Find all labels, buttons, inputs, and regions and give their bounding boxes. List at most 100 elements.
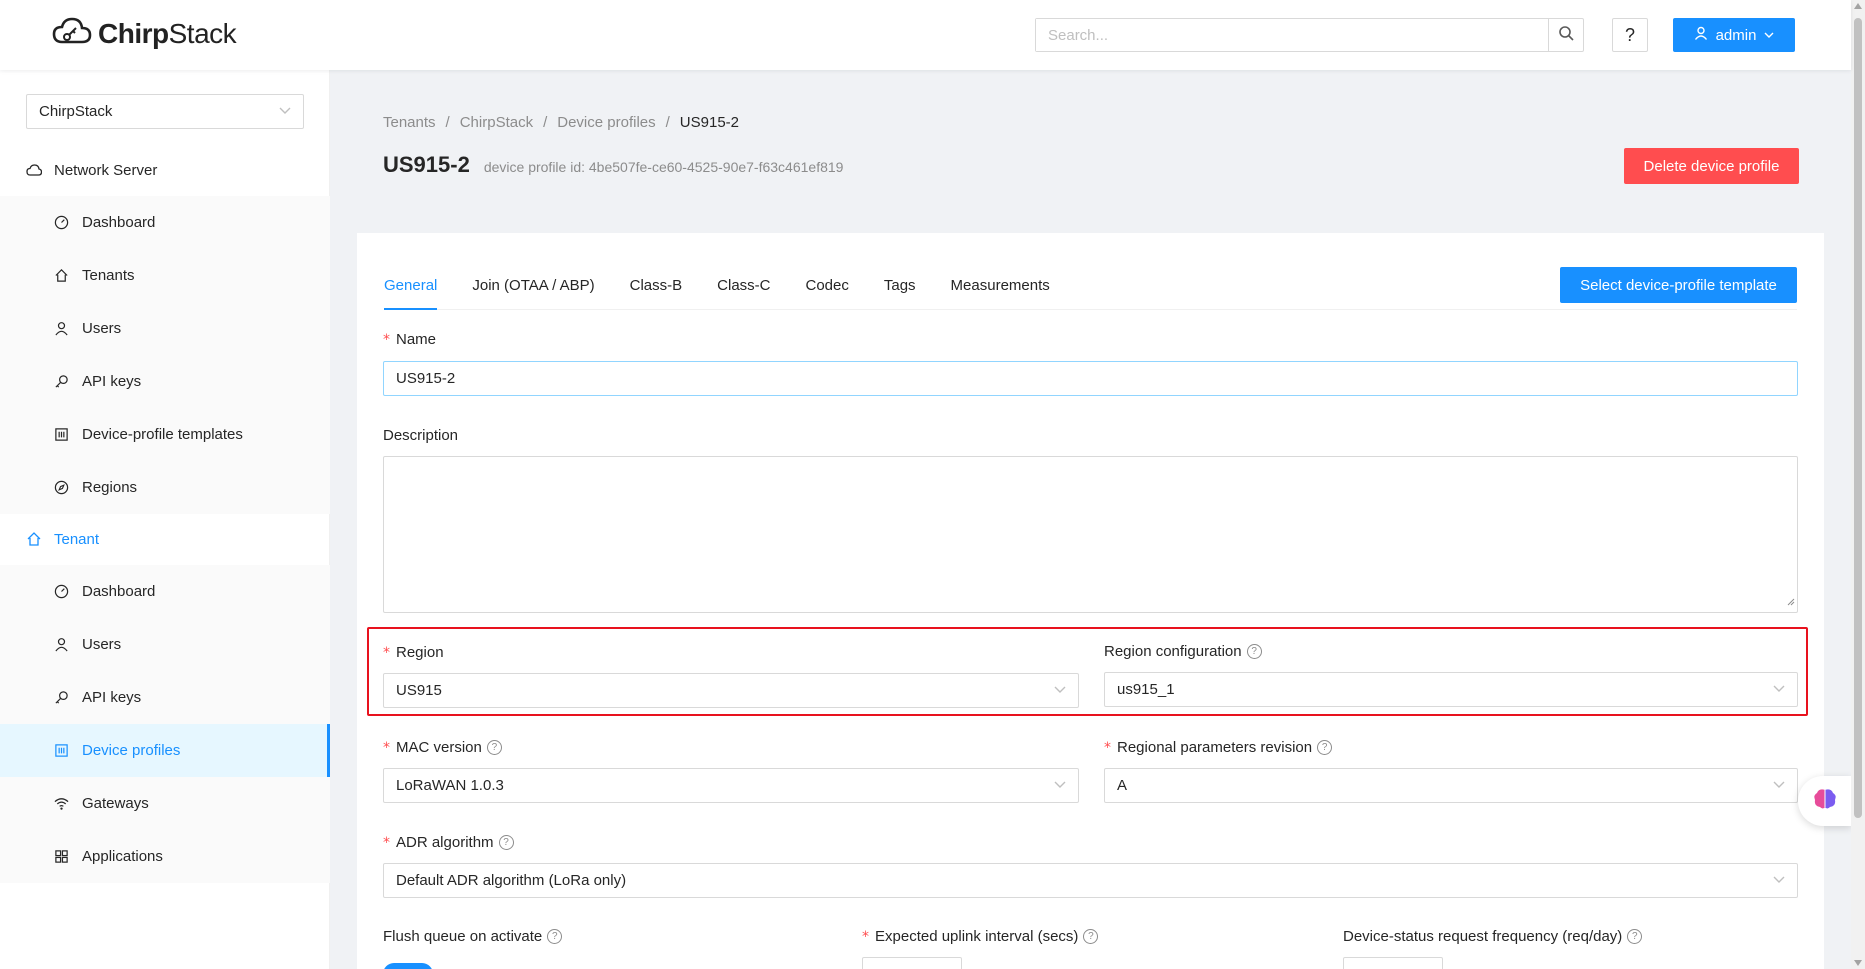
menu-group-network-server[interactable]: Network Server [0,144,330,196]
adr-label-text: ADR algorithm [396,834,494,851]
help-button[interactable]: ? [1612,18,1648,52]
regional-params-value: A [1117,777,1128,794]
menu-group-label: Tenant [54,530,100,548]
chevron-down-icon [1773,777,1785,794]
sidebar-item-ns-api-keys[interactable]: API keys [0,355,330,408]
chevron-down-icon [1054,777,1066,794]
mac-version-label: * MAC version ? [383,739,502,756]
sidebar-item-tenant-device-profiles[interactable]: Device profiles [0,724,330,777]
region-config-select[interactable]: us915_1 [1104,672,1798,707]
uplink-interval-label: * Expected uplink interval (secs) ? [862,928,1099,945]
user-icon [1694,26,1708,44]
user-menu-button[interactable]: admin [1673,18,1795,52]
required-marker: * [383,739,390,756]
flush-queue-switch[interactable] [383,963,433,969]
scroll-down-arrow-icon[interactable] [1854,960,1862,966]
required-marker: * [1104,739,1111,756]
breadcrumb-tenants[interactable]: Tenants [383,114,436,131]
device-status-label-text: Device-status request frequency (req/day… [1343,928,1623,945]
tab-class-b[interactable]: Class-B [630,267,683,310]
delete-device-profile-button[interactable]: Delete device profile [1624,148,1799,184]
breadcrumb-current: US915-2 [679,114,739,131]
adr-algorithm-select[interactable]: Default ADR algorithm (LoRa only) [383,863,1798,898]
tab-tags[interactable]: Tags [884,267,916,310]
question-circle-icon[interactable]: ? [1317,740,1333,755]
sidebar-item-ns-device-profile-templates[interactable]: Device-profile templates [0,408,330,461]
region-config-label-text: Region configuration [1104,643,1242,660]
page-scrollbar[interactable] [1851,0,1865,969]
page-title: US915-2 [383,152,470,177]
question-circle-icon[interactable]: ? [498,835,514,850]
tenant-select[interactable]: ChirpStack [26,94,304,129]
regional-params-select[interactable]: A [1104,768,1798,803]
chirpstack-logo[interactable]: ChirpStack [52,16,237,52]
menu-group-tenant[interactable]: Tenant [0,513,330,565]
resize-handle-icon[interactable] [1787,593,1795,610]
sidebar-item-label: Device-profile templates [82,426,243,443]
key-icon [53,374,69,390]
tab-join[interactable]: Join (OTAA / ABP) [472,267,594,310]
sidebar-item-label: Users [82,636,122,653]
tenant-select-value: ChirpStack [39,103,113,120]
question-circle-icon[interactable]: ? [1627,929,1643,944]
required-marker: * [383,834,390,851]
user-icon [53,321,69,337]
sidebar-item-ns-dashboard[interactable]: Dashboard [0,196,330,249]
flush-queue-label-text: Flush queue on activate [383,928,543,945]
description-label-text: Description [383,427,459,444]
breadcrumb-device-profiles[interactable]: Device profiles [557,114,655,131]
sidebar-item-label: Dashboard [82,583,156,600]
brain-icon [1812,787,1838,815]
question-circle-icon[interactable]: ? [486,740,502,755]
user-label: admin [1715,26,1757,44]
regional-params-label: * Regional parameters revision ? [1104,739,1333,756]
search-icon [1558,25,1574,45]
page-header: US915-2 device profile id: 4be507fe-ce60… [383,152,843,178]
sidebar-item-label: Gateways [82,795,149,812]
flush-queue-label: Flush queue on activate ? [383,928,563,945]
tab-class-c[interactable]: Class-C [717,267,770,310]
uplink-interval-label-text: Expected uplink interval (secs) [875,928,1079,945]
sidebar-item-tenant-dashboard[interactable]: Dashboard [0,565,330,618]
name-input[interactable]: US915-2 [383,361,1798,396]
sidebar-item-ns-regions[interactable]: Regions [0,461,330,514]
uplink-interval-input[interactable] [862,957,962,969]
mac-version-label-text: MAC version [396,739,482,756]
page-subtitle: device profile id: 4be507fe-ce60-4525-90… [483,159,844,175]
select-template-button[interactable]: Select device-profile template [1560,267,1797,303]
sidebar-item-label: Device profiles [82,742,181,759]
scroll-up-arrow-icon[interactable] [1854,3,1862,9]
sidebar-item-tenant-gateways[interactable]: Gateways [0,777,330,830]
breadcrumb-chirpstack[interactable]: ChirpStack [460,114,533,131]
tab-measurements[interactable]: Measurements [951,267,1050,310]
mac-version-select[interactable]: LoRaWAN 1.0.3 [383,768,1079,803]
floating-assistant-button[interactable] [1798,776,1851,826]
dashboard-icon [53,215,69,231]
question-circle-icon[interactable]: ? [1246,644,1262,659]
device-status-input[interactable] [1343,957,1443,969]
sidebar-item-tenant-api-keys[interactable]: API keys [0,671,330,724]
question-circle-icon[interactable]: ? [1083,929,1099,944]
sidebar-item-ns-tenants[interactable]: Tenants [0,249,330,302]
sidebar-item-tenant-users[interactable]: Users [0,618,330,671]
required-marker: * [383,644,390,661]
tab-general[interactable]: General [384,267,438,310]
search-button[interactable] [1548,19,1583,51]
sidebar-item-tenant-applications[interactable]: Applications [0,830,330,883]
breadcrumb: Tenants / ChirpStack / Device profiles /… [383,114,739,131]
compass-icon [53,480,69,496]
chevron-down-icon [1773,872,1785,889]
question-circle-icon[interactable]: ? [547,929,563,944]
scrollbar-thumb[interactable] [1854,18,1862,818]
sidebar-item-ns-users[interactable]: Users [0,302,330,355]
cloud-icon [26,162,42,178]
mac-version-value: LoRaWAN 1.0.3 [396,777,504,794]
dashboard-icon [53,584,69,600]
tenant-submenu: Dashboard Users API keys Device profiles… [0,565,330,883]
breadcrumb-separator: / [445,114,450,131]
region-select[interactable]: US915 [383,673,1079,708]
description-textarea[interactable] [383,456,1798,613]
tab-codec[interactable]: Codec [806,267,849,310]
search-input[interactable] [1036,19,1548,51]
adr-label: * ADR algorithm ? [383,834,514,851]
